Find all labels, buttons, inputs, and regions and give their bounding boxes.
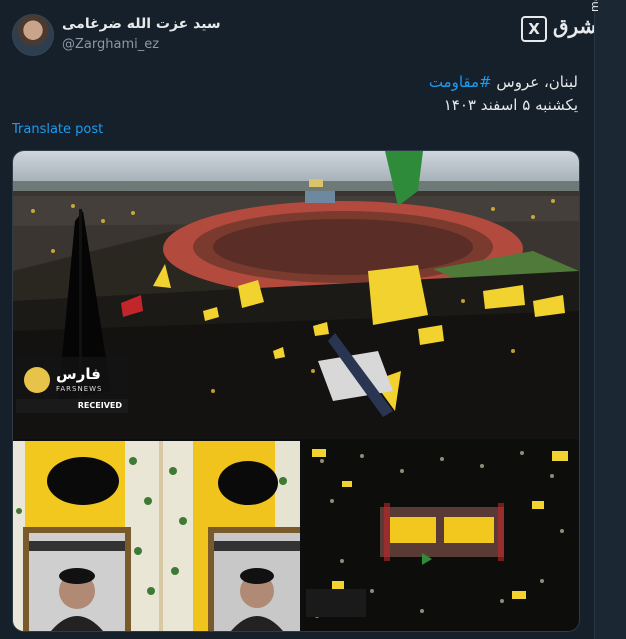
translate-post-link[interactable]: Translate post [12, 122, 103, 137]
farsnews-logo-icon [24, 367, 50, 393]
author-name[interactable]: سید عزت الله ضرغامی [62, 16, 221, 32]
watermark-sidebar [594, 0, 626, 639]
avatar[interactable] [12, 14, 54, 56]
aerial-crowd-photo[interactable] [302, 441, 579, 631]
post-text-line1: لبنان، عروس #مقاومت [429, 73, 578, 91]
hashtag-link[interactable]: #مقاومت [429, 73, 492, 91]
watermark-title: فارس [56, 365, 101, 383]
watermark-subtitle: FARSNEWS [56, 385, 103, 393]
media-grid[interactable]: فارس FARSNEWS RECEIVED [12, 150, 580, 632]
watermark-received: RECEIVED [16, 399, 128, 413]
tweet-card: سید عزت الله ضرغامی @Zarghami_ez X مشرق … [0, 0, 608, 639]
author-handle[interactable]: @Zarghami_ez [62, 37, 159, 52]
coffins-portraits-photo[interactable] [13, 441, 300, 631]
post-text-prefix: لبنان، عروس [496, 73, 578, 91]
post-text-line2: یکشنبه ۵ اسفند ۱۴۰۳ [443, 96, 578, 114]
x-logo-icon: X [521, 16, 547, 42]
site-watermark: mashreghnews.ir [588, 0, 601, 12]
